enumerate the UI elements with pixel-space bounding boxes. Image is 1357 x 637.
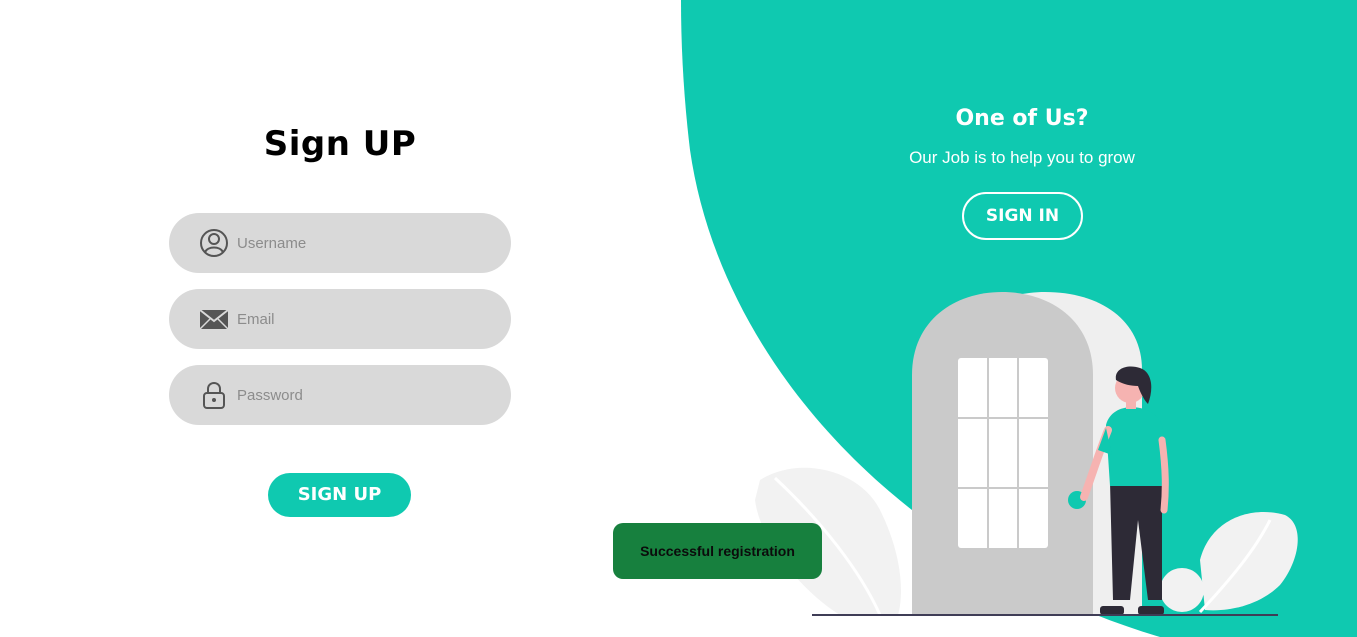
- username-input[interactable]: [237, 213, 487, 273]
- password-field[interactable]: [169, 365, 511, 425]
- lock-icon: [203, 381, 225, 409]
- panel-subtitle: Our Job is to help you to grow: [909, 148, 1135, 167]
- panel-title: One of Us?: [955, 106, 1089, 131]
- email-input[interactable]: [237, 289, 487, 349]
- username-field[interactable]: [169, 213, 511, 273]
- user-icon: [200, 229, 228, 257]
- signup-page: Sign UP SIGN UP Successful registration …: [0, 0, 1357, 637]
- mail-icon: [199, 309, 229, 330]
- signin-button[interactable]: SIGN IN: [962, 192, 1083, 240]
- signup-button[interactable]: SIGN UP: [268, 473, 411, 517]
- password-input[interactable]: [237, 365, 487, 425]
- email-field[interactable]: [169, 289, 511, 349]
- success-toast: Successful registration: [613, 523, 822, 579]
- signup-title: Sign UP: [263, 124, 417, 164]
